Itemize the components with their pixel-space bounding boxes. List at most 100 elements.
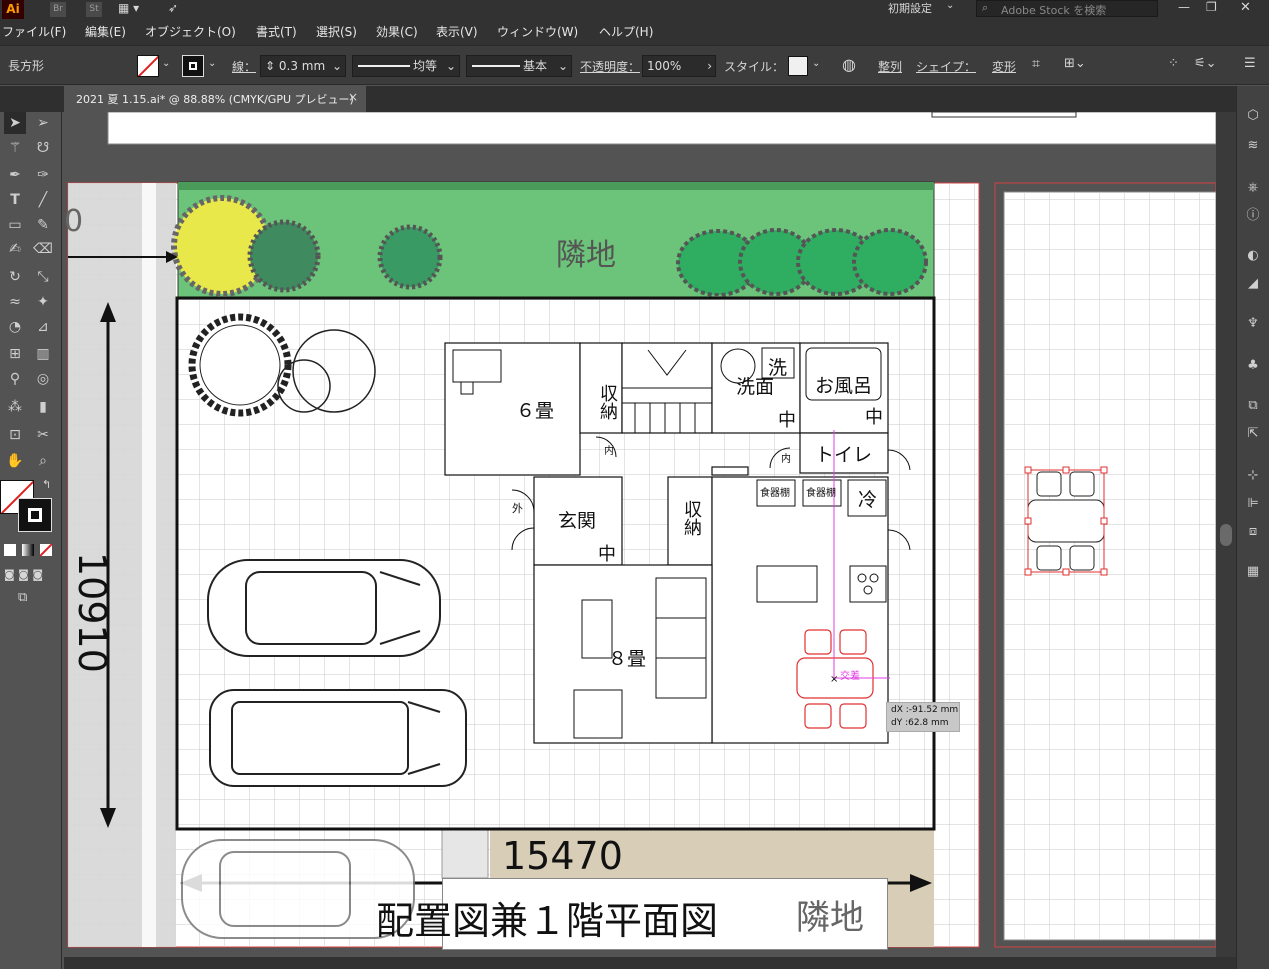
transform-panel-icon[interactable]: ⊹ — [1243, 466, 1263, 486]
label-naka-3: 中 — [598, 544, 616, 565]
chevron-right-icon[interactable]: › — [707, 56, 712, 76]
stroke-weight-field[interactable]: ⇕ 0.3 mm ⌄ — [260, 55, 346, 77]
lasso-icon[interactable]: ☋ — [32, 137, 54, 159]
room-entrance: 玄関 — [558, 510, 597, 532]
bridge-button[interactable]: Br — [50, 2, 66, 17]
brush-definition[interactable]: 基本 ⌄ — [466, 55, 572, 77]
info-icon[interactable]: ⓘ — [1243, 206, 1263, 226]
graph-tool-icon[interactable]: ▮ — [32, 396, 54, 418]
mesh-tool-icon[interactable]: ⊞ — [4, 343, 26, 365]
eyedropper-icon[interactable]: ⚲ — [4, 368, 26, 390]
type-tool-icon[interactable]: T — [4, 189, 26, 211]
gradient-tool-icon[interactable]: ▥ — [32, 343, 54, 365]
properties-icon[interactable]: ⚟⌄ — [1194, 56, 1217, 71]
transform-link[interactable]: 変形 — [992, 58, 1016, 75]
draw-mode-icons[interactable]: ◙ ◙ ◙ — [4, 568, 43, 581]
align-panel-icon[interactable]: ⊫ — [1243, 494, 1263, 514]
curvature-tool-icon[interactable]: ✑ — [32, 164, 54, 186]
rectangle-tool-icon[interactable]: ▭ — [4, 214, 26, 236]
rotate-tool-icon[interactable]: ↻ — [4, 266, 26, 288]
slice-tool-icon[interactable]: ✂ — [32, 424, 54, 446]
recolor-artwork-icon[interactable]: ◍ — [842, 55, 856, 74]
color-mode-icon[interactable] — [4, 544, 16, 556]
minimize-icon[interactable]: — — [1178, 0, 1190, 14]
stepper-icon[interactable]: ⇕ — [265, 59, 275, 73]
color-guide-icon[interactable]: ◐ — [1243, 246, 1263, 266]
menu-type[interactable]: 書式(T) — [256, 23, 297, 40]
zoom-tool-icon[interactable]: ⌕ — [32, 450, 54, 472]
document-tab[interactable]: 2021 夏 1.15.ai* @ 88.88% (CMYK/GPU プレビュー… — [64, 86, 366, 112]
line-tool-icon[interactable]: ╱ — [32, 189, 54, 211]
fill-swatch[interactable] — [137, 55, 159, 77]
pathfinder-icon[interactable]: ⧈ — [1243, 522, 1263, 542]
menu-effect[interactable]: 効果(C) — [376, 23, 418, 40]
menu-help[interactable]: ヘルプ(H) — [599, 23, 653, 40]
pin-tool-icon[interactable]: ✦ — [32, 291, 54, 313]
stroke-label[interactable]: 線： — [232, 58, 256, 75]
stroke-swatch[interactable] — [182, 55, 204, 77]
gradient-panel-icon[interactable]: ◢ — [1243, 274, 1263, 294]
none-mode-icon[interactable] — [40, 544, 52, 556]
brushes-icon[interactable]: ♆ — [1243, 314, 1263, 334]
shape-builder-icon[interactable]: ◔ — [4, 316, 26, 338]
graphic-style-swatch[interactable] — [788, 56, 808, 76]
scroll-thumb[interactable] — [1220, 524, 1232, 546]
restore-icon[interactable]: ❐ — [1206, 0, 1217, 14]
stroke-indicator[interactable] — [18, 498, 52, 532]
artboards-icon[interactable]: ⧉ — [1243, 396, 1263, 416]
align-link[interactable]: 整列 — [878, 58, 902, 75]
chevron-down-icon[interactable]: ⌄ — [332, 56, 342, 76]
style-label: スタイル： — [724, 60, 785, 74]
chevron-down-icon[interactable]: ⌄ — [162, 58, 170, 69]
scale-tool-icon[interactable]: ⤡ — [32, 266, 54, 288]
pen-tool-icon[interactable]: ✒ — [4, 164, 26, 186]
warp-tool-icon[interactable]: ≈ — [4, 291, 26, 313]
isolate-icon[interactable]: ⌗ — [1032, 56, 1040, 72]
selection-tool-icon[interactable]: ➤ — [4, 112, 26, 134]
direct-selection-tool-icon[interactable]: ➢ — [32, 112, 54, 134]
chevron-down-icon[interactable]: ⌄ — [812, 58, 820, 69]
stock-button[interactable]: St — [86, 2, 102, 17]
workspace-switcher[interactable]: 初期設定 ⌄ — [882, 0, 960, 17]
room-storage-1: 収納 — [597, 384, 618, 420]
close-window-icon[interactable]: ✕ — [1240, 0, 1251, 15]
export-icon[interactable]: ⇱ — [1243, 424, 1263, 444]
navigator-icon[interactable]: ⎈ — [1243, 178, 1263, 198]
swatches-icon[interactable]: ▦ — [1243, 562, 1263, 582]
paintbrush-icon[interactable]: ✎ — [32, 214, 54, 236]
menu-window[interactable]: ウィンドウ(W) — [497, 23, 578, 40]
opacity-label[interactable]: 不透明度： — [580, 58, 640, 75]
hand-tool-icon[interactable]: ✋ — [4, 450, 26, 472]
menu-file[interactable]: ファイル(F) — [2, 23, 66, 40]
menu-edit[interactable]: 編集(E) — [85, 23, 126, 40]
panel-options-icon[interactable]: ⁘ — [1168, 56, 1179, 71]
menu-object[interactable]: オブジェクト(O) — [145, 23, 236, 40]
shape-link[interactable]: シェイプ： — [916, 58, 976, 75]
stock-search-input[interactable]: ⌕ Adobe Stock を検索 — [976, 0, 1158, 17]
gradient-mode-icon[interactable] — [22, 544, 34, 556]
eraser-icon[interactable]: ⌫ — [32, 238, 54, 260]
arrange-icon[interactable]: ⊞⌄ — [1064, 56, 1086, 71]
feather-icon[interactable]: ➶ — [168, 1, 178, 15]
chevron-down-icon[interactable]: ⌄ — [208, 58, 216, 69]
swap-fill-stroke-icon[interactable]: ↰ — [42, 478, 51, 491]
symbols-icon[interactable]: ♣ — [1243, 356, 1263, 376]
magic-wand-icon[interactable]: ⚚ — [4, 137, 26, 159]
vertical-scrollbar[interactable] — [1216, 112, 1236, 957]
symbol-sprayer-icon[interactable]: ⁂ — [4, 396, 26, 418]
shaper-tool-icon[interactable]: ✍ — [4, 238, 26, 260]
menu-select[interactable]: 選択(S) — [316, 23, 357, 40]
opacity-field[interactable]: 100% › — [642, 55, 716, 77]
document-canvas[interactable]: × 隣地 0 10910 15470 配置図兼１階平面図 隣地 ６畳 収納 洗面… — [64, 112, 1216, 957]
layers-icon[interactable]: ≋ — [1243, 136, 1263, 156]
menu-view[interactable]: 表示(V) — [436, 23, 478, 40]
screen-mode-icon[interactable]: ⧉ — [18, 590, 27, 605]
perspective-grid-icon[interactable]: ⊿ — [32, 316, 54, 338]
libraries-icon[interactable]: ⬡ — [1243, 106, 1263, 126]
arrange-documents-icon[interactable]: ▦ ▾ — [118, 1, 139, 15]
close-tab-icon[interactable]: × — [348, 90, 358, 104]
blend-tool-icon[interactable]: ◎ — [32, 368, 54, 390]
artboard-tool-icon[interactable]: ⊡ — [4, 424, 26, 446]
menu-list-icon[interactable]: ☰ — [1244, 56, 1256, 71]
variable-width-profile[interactable]: 均等 ⌄ — [352, 55, 460, 77]
